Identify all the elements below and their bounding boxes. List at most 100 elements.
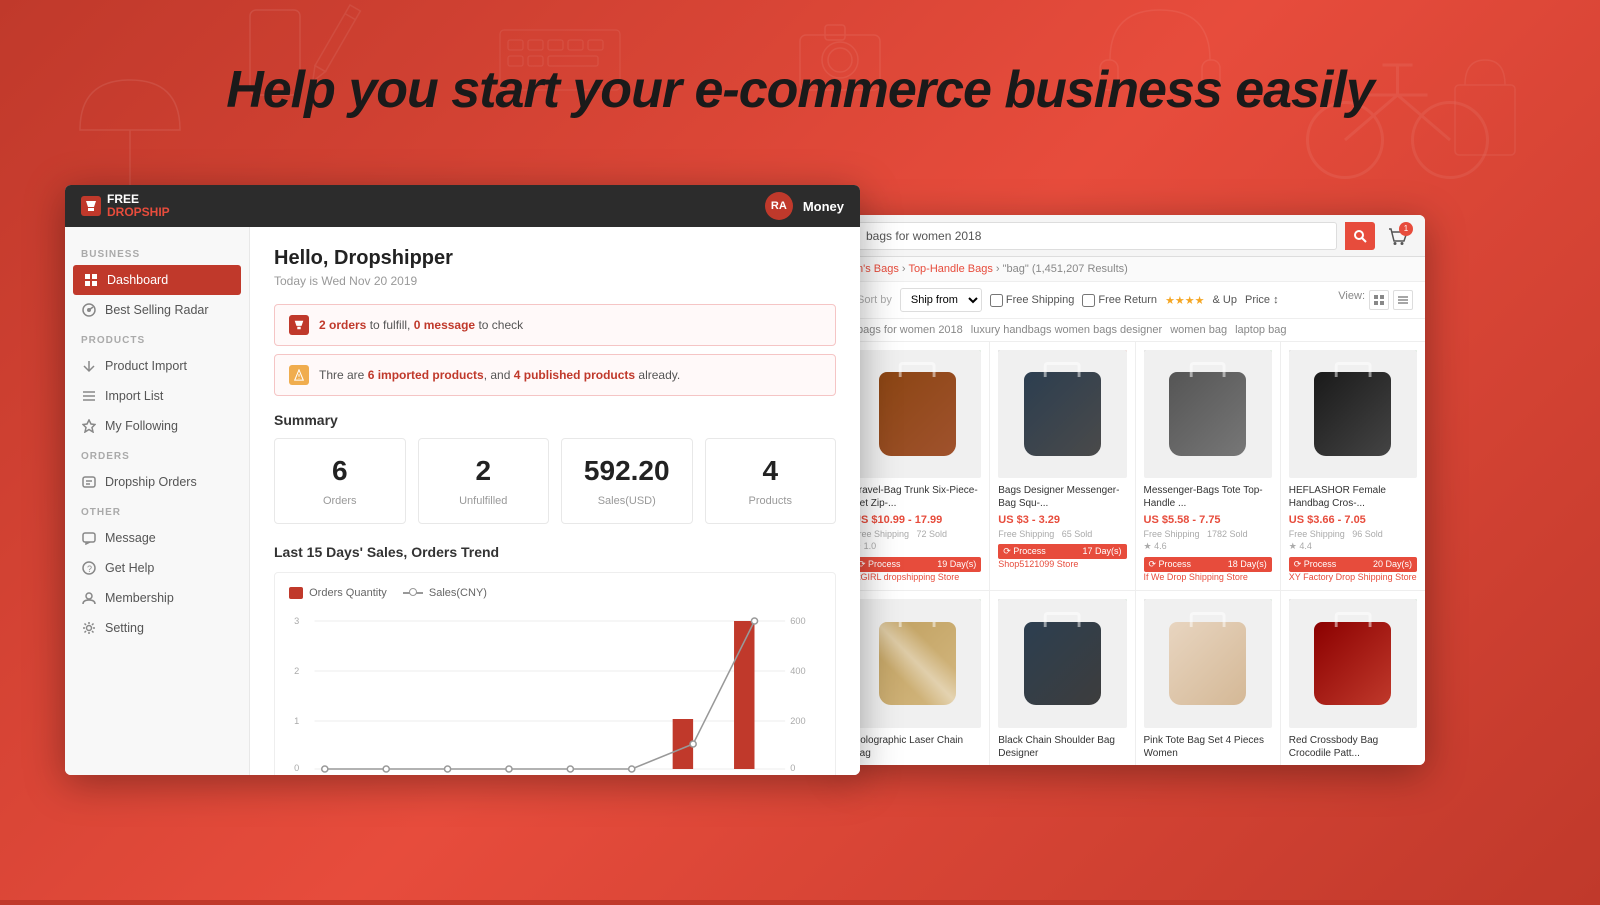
cart-badge: 1 xyxy=(1399,222,1413,236)
product-price-1: US $10.99 - 17.99 xyxy=(853,514,981,526)
cart-button[interactable]: 1 xyxy=(1383,222,1413,250)
product-card-1[interactable]: ePacket Free Travel-Bag Trunk Six-Piece-… xyxy=(845,342,989,590)
dot-0 xyxy=(322,766,328,772)
logo-icon xyxy=(81,196,101,216)
process-label-2: ⟳ Process xyxy=(1003,546,1046,557)
grid-view-button[interactable] xyxy=(1369,290,1389,310)
breadcrumb-current: "bag" (1,451,207 Results) xyxy=(1003,263,1128,275)
product-rating-4: ★ 4.4 xyxy=(1289,541,1417,552)
card-value-products: 4 xyxy=(718,455,824,487)
published-count-bold: 4 published products xyxy=(514,368,635,382)
product-card-2[interactable]: ePacket US $1.79 Bags Designer Messenger… xyxy=(990,342,1134,590)
date-text: Today is Wed Nov 20 2019 xyxy=(274,274,836,288)
sidebar-item-membership[interactable]: Membership xyxy=(65,583,249,613)
sidebar-item-dropship-orders[interactable]: Dropship Orders xyxy=(65,467,249,497)
product-meta-2: Free Shipping 65 Sold xyxy=(998,529,1126,539)
free-shipping-check[interactable]: Free Shipping xyxy=(990,294,1075,307)
free-shipping-checkbox[interactable] xyxy=(990,294,1003,307)
product-image-8 xyxy=(1289,599,1417,727)
product-card-8[interactable]: ePacket Free Red Crossbody Bag Crocodile… xyxy=(1281,591,1425,765)
chart-title: Last 15 Days' Sales, Orders Trend xyxy=(274,544,836,560)
search-button[interactable] xyxy=(1345,222,1375,250)
free-return-check[interactable]: Free Return xyxy=(1082,294,1157,307)
product-card-3[interactable]: ePacket Free Messenger-Bags Tote Top-Han… xyxy=(1136,342,1280,590)
list-icon xyxy=(81,388,97,404)
breadcrumb: n's Bags › Top-Handle Bags › "bag" (1,45… xyxy=(845,257,1425,282)
search-bar[interactable]: bags for women 2018 xyxy=(857,222,1337,250)
tag-1[interactable]: luxury handbags women bags designer xyxy=(971,324,1162,336)
tag-3[interactable]: laptop bag xyxy=(1235,324,1286,336)
sidebar-section-products: PRODUCTS xyxy=(65,325,249,351)
sidebar-item-product-import[interactable]: Product Import xyxy=(65,351,249,381)
tag-2[interactable]: women bag xyxy=(1170,324,1227,336)
product-title-4: HEFLASHOR Female Handbag Cros-... xyxy=(1289,484,1417,510)
sidebar-item-dashboard[interactable]: Dashboard xyxy=(73,265,241,295)
card-label-sales: Sales(USD) xyxy=(574,495,680,507)
svg-text:400: 400 xyxy=(790,666,805,676)
product-image-4 xyxy=(1289,350,1417,478)
svg-text:0: 0 xyxy=(294,763,299,773)
product-image-6 xyxy=(998,599,1126,727)
card-value-unfulfilled: 2 xyxy=(431,455,537,487)
breadcrumb-link-bags[interactable]: n's Bags xyxy=(857,263,899,275)
svg-text:3: 3 xyxy=(294,616,299,626)
product-process-1: ⟳ Process 19 Day(s) xyxy=(853,557,981,572)
product-store-3: If We Drop Shipping Store xyxy=(1144,572,1272,582)
product-window: bags for women 2018 1 n's Bags › Top-Han… xyxy=(845,215,1425,765)
alert-orders-text: 2 orders to fulfill, 0 message to check xyxy=(319,318,523,332)
sidebar-item-import-list[interactable]: Import List xyxy=(65,381,249,411)
sidebar-label-dropship-orders: Dropship Orders xyxy=(105,475,197,489)
summary-title: Summary xyxy=(274,412,836,428)
sidebar-item-my-following[interactable]: My Following xyxy=(65,411,249,441)
product-card-6[interactable]: ePacket Free Black Chain Shoulder Bag De… xyxy=(990,591,1134,765)
svg-text:0: 0 xyxy=(790,763,795,773)
dot-2 xyxy=(445,766,451,772)
product-title-7: Pink Tote Bag Set 4 Pieces Women xyxy=(1144,734,1272,760)
bag-shape-4 xyxy=(1314,372,1391,455)
bag-shape-6 xyxy=(1024,622,1101,705)
filter-bar: Sort by Ship from Free Shipping Free Ret… xyxy=(845,282,1425,319)
chart-area: Orders Quantity Sales(CNY) 3 2 1 xyxy=(274,572,836,775)
sidebar-label-import-list: Import List xyxy=(105,389,163,403)
setting-icon xyxy=(81,620,97,636)
sidebar-label-message: Message xyxy=(105,531,156,545)
sidebar-item-best-selling-radar[interactable]: Best Selling Radar xyxy=(65,295,249,325)
bag-shape-3 xyxy=(1169,372,1246,455)
dot-6 xyxy=(690,741,696,747)
and-up-label: & Up xyxy=(1213,294,1237,306)
sidebar-item-get-help[interactable]: ? Get Help xyxy=(65,553,249,583)
product-title-8: Red Crossbody Bag Crocodile Patt... xyxy=(1289,734,1417,760)
sidebar-item-setting[interactable]: Setting xyxy=(65,613,249,643)
product-price-7: US $12.50 - 18.00 xyxy=(1144,764,1272,766)
card-label-unfulfilled: Unfulfilled xyxy=(431,495,537,507)
product-process-3: ⟳ Process 18 Day(s) xyxy=(1144,557,1272,572)
filter-sort-label: Sort by xyxy=(857,294,892,306)
breadcrumb-link-tophandle[interactable]: Top-Handle Bags xyxy=(908,263,992,275)
product-rating-3: ★ 4.6 xyxy=(1144,541,1272,552)
summary-card-orders: 6 Orders xyxy=(274,438,406,524)
ship-from-select[interactable]: Ship from xyxy=(900,288,982,312)
tag-0[interactable]: bags for women 2018 xyxy=(857,324,963,336)
svg-text:600: 600 xyxy=(790,616,805,626)
process-label-1: ⟳ Process xyxy=(858,559,901,570)
free-return-checkbox[interactable] xyxy=(1082,294,1095,307)
radar-icon xyxy=(81,302,97,318)
bag-shape-2 xyxy=(1024,372,1101,455)
money-label[interactable]: Money xyxy=(803,199,844,214)
product-card-4[interactable]: ePacket Free HEFLASHOR Female Handbag Cr… xyxy=(1281,342,1425,590)
product-card-5[interactable]: ePacket Free Holographic Laser Chain Bag… xyxy=(845,591,989,765)
user-avatar[interactable]: RA xyxy=(765,192,793,220)
greeting-text: Hello, Dropshipper xyxy=(274,247,836,270)
price-sort[interactable]: Price ↕ xyxy=(1245,294,1279,306)
sidebar-item-message[interactable]: Message xyxy=(65,523,249,553)
orders-count-bold: 2 orders xyxy=(319,318,366,332)
alert-products-text: Thre are 6 imported products, and 4 publ… xyxy=(319,368,680,382)
chart-svg-wrapper: 3 2 1 0 600 400 200 0 xyxy=(289,609,821,775)
orders-icon xyxy=(81,474,97,490)
product-tags: bags for women 2018 luxury handbags wome… xyxy=(845,319,1425,342)
list-view-button[interactable] xyxy=(1393,290,1413,310)
product-meta-4: Free Shipping 96 Sold xyxy=(1289,529,1417,539)
product-card-7[interactable]: ePacket Free Pink Tote Bag Set 4 Pieces … xyxy=(1136,591,1280,765)
chart-legend: Orders Quantity Sales(CNY) xyxy=(289,587,821,599)
summary-card-unfulfilled: 2 Unfulfilled xyxy=(418,438,550,524)
